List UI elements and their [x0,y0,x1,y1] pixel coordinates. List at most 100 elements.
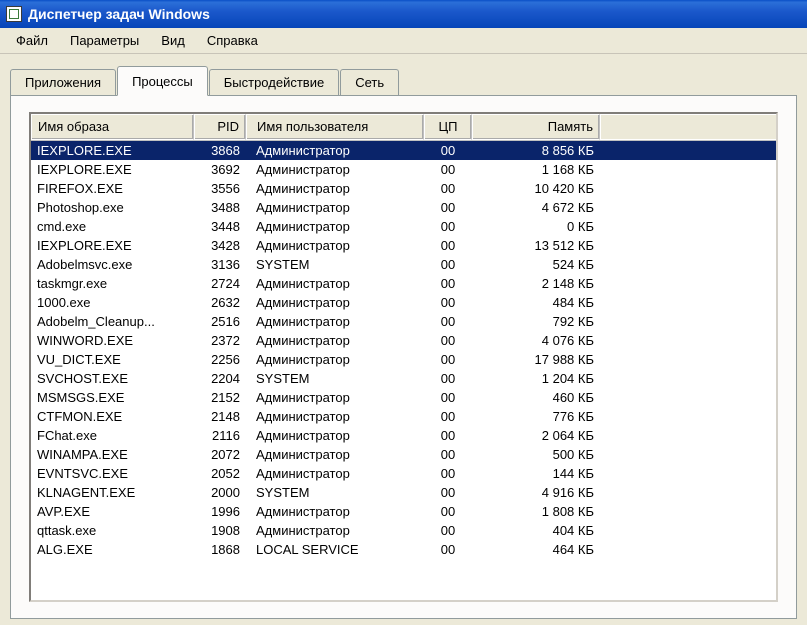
table-row[interactable]: ALG.EXE1868LOCAL SERVICE00464 КБ [31,540,776,559]
cell-memory: 13 512 КБ [472,238,600,253]
cell-process-name: AVP.EXE [31,504,194,519]
tab-performance[interactable]: Быстродействие [209,69,339,95]
table-row[interactable]: FIREFOX.EXE3556Администратор0010 420 КБ [31,179,776,198]
tab-applications[interactable]: Приложения [10,69,116,95]
table-row[interactable]: KLNAGENT.EXE2000SYSTEM004 916 КБ [31,483,776,502]
cell-memory: 1 168 КБ [472,162,600,177]
cell-user: Администратор [246,200,424,215]
cell-memory: 0 КБ [472,219,600,234]
listview-body[interactable]: IEXPLORE.EXE3868Администратор008 856 КБI… [31,141,776,559]
table-row[interactable]: Adobelmsvc.exe3136SYSTEM00524 КБ [31,255,776,274]
cell-process-name: Adobelm_Cleanup... [31,314,194,329]
window-title: Диспетчер задач Windows [28,6,210,22]
menu-help[interactable]: Справка [197,30,268,51]
col-header-pid[interactable]: PID [194,114,246,140]
cell-user: Администратор [246,276,424,291]
cell-user: Администратор [246,333,424,348]
cell-memory: 4 916 КБ [472,485,600,500]
cell-memory: 500 КБ [472,447,600,462]
col-header-cpu[interactable]: ЦП [424,114,472,140]
cell-cpu: 00 [424,542,472,557]
cell-pid: 2204 [194,371,246,386]
cell-process-name: FChat.exe [31,428,194,443]
cell-process-name: CTFMON.EXE [31,409,194,424]
table-row[interactable]: IEXPLORE.EXE3428Администратор0013 512 КБ [31,236,776,255]
cell-cpu: 00 [424,390,472,405]
tab-processes[interactable]: Процессы [117,66,208,96]
cell-process-name: IEXPLORE.EXE [31,162,194,177]
table-row[interactable]: cmd.exe3448Администратор000 КБ [31,217,776,236]
titlebar[interactable]: Диспетчер задач Windows [0,0,807,28]
table-row[interactable]: Adobelm_Cleanup...2516Администратор00792… [31,312,776,331]
table-row[interactable]: EVNTSVC.EXE2052Администратор00144 КБ [31,464,776,483]
cell-cpu: 00 [424,143,472,158]
cell-memory: 776 КБ [472,409,600,424]
cell-memory: 524 КБ [472,257,600,272]
table-row[interactable]: Photoshop.exe3488Администратор004 672 КБ [31,198,776,217]
cell-process-name: ALG.EXE [31,542,194,557]
cell-user: Администратор [246,295,424,310]
menu-params[interactable]: Параметры [60,30,149,51]
cell-memory: 464 КБ [472,542,600,557]
table-row[interactable]: 1000.exe2632Администратор00484 КБ [31,293,776,312]
cell-cpu: 00 [424,295,472,310]
tabstrip: Приложения Процессы Быстродействие Сеть [10,66,797,95]
table-row[interactable]: CTFMON.EXE2148Администратор00776 КБ [31,407,776,426]
cell-user: Администратор [246,238,424,253]
table-row[interactable]: WINWORD.EXE2372Администратор004 076 КБ [31,331,776,350]
cell-process-name: Photoshop.exe [31,200,194,215]
table-row[interactable]: AVP.EXE1996Администратор001 808 КБ [31,502,776,521]
table-row[interactable]: taskmgr.exe2724Администратор002 148 КБ [31,274,776,293]
cell-process-name: cmd.exe [31,219,194,234]
client-area: Приложения Процессы Быстродействие Сеть … [0,54,807,619]
cell-process-name: VU_DICT.EXE [31,352,194,367]
cell-user: SYSTEM [246,257,424,272]
cell-pid: 3448 [194,219,246,234]
cell-cpu: 00 [424,333,472,348]
table-row[interactable]: IEXPLORE.EXE3868Администратор008 856 КБ [31,141,776,160]
cell-pid: 2000 [194,485,246,500]
cell-pid: 3556 [194,181,246,196]
app-icon [6,6,22,22]
cell-cpu: 00 [424,371,472,386]
cell-memory: 144 КБ [472,466,600,481]
col-header-user[interactable]: Имя пользователя [246,114,424,140]
cell-pid: 3136 [194,257,246,272]
table-row[interactable]: MSMSGS.EXE2152Администратор00460 КБ [31,388,776,407]
cell-cpu: 00 [424,352,472,367]
col-header-name[interactable]: Имя образа [31,114,194,140]
table-row[interactable]: FChat.exe2116Администратор002 064 КБ [31,426,776,445]
table-row[interactable]: IEXPLORE.EXE3692Администратор001 168 КБ [31,160,776,179]
col-header-empty[interactable] [600,114,776,140]
menu-view[interactable]: Вид [151,30,195,51]
cell-process-name: taskmgr.exe [31,276,194,291]
cell-memory: 17 988 КБ [472,352,600,367]
cell-pid: 2256 [194,352,246,367]
cell-process-name: qttask.exe [31,523,194,538]
cell-process-name: SVCHOST.EXE [31,371,194,386]
cell-pid: 1908 [194,523,246,538]
cell-user: Администратор [246,504,424,519]
menubar: Файл Параметры Вид Справка [0,28,807,54]
tab-panel-processes: Имя образа PID Имя пользователя ЦП Памят… [10,95,797,619]
cell-pid: 2152 [194,390,246,405]
cell-cpu: 00 [424,523,472,538]
table-row[interactable]: VU_DICT.EXE2256Администратор0017 988 КБ [31,350,776,369]
tab-network[interactable]: Сеть [340,69,399,95]
cell-memory: 1 808 КБ [472,504,600,519]
table-row[interactable]: SVCHOST.EXE2204SYSTEM001 204 КБ [31,369,776,388]
table-row[interactable]: qttask.exe1908Администратор00404 КБ [31,521,776,540]
table-row[interactable]: WINAMPA.EXE2072Администратор00500 КБ [31,445,776,464]
cell-user: Администратор [246,447,424,462]
cell-user: LOCAL SERVICE [246,542,424,557]
cell-pid: 2072 [194,447,246,462]
process-listview[interactable]: Имя образа PID Имя пользователя ЦП Памят… [29,112,778,602]
menu-file[interactable]: Файл [6,30,58,51]
cell-cpu: 00 [424,162,472,177]
col-header-memory[interactable]: Память [472,114,600,140]
cell-user: Администратор [246,466,424,481]
cell-memory: 4 672 КБ [472,200,600,215]
cell-pid: 2372 [194,333,246,348]
cell-pid: 1996 [194,504,246,519]
cell-pid: 3428 [194,238,246,253]
